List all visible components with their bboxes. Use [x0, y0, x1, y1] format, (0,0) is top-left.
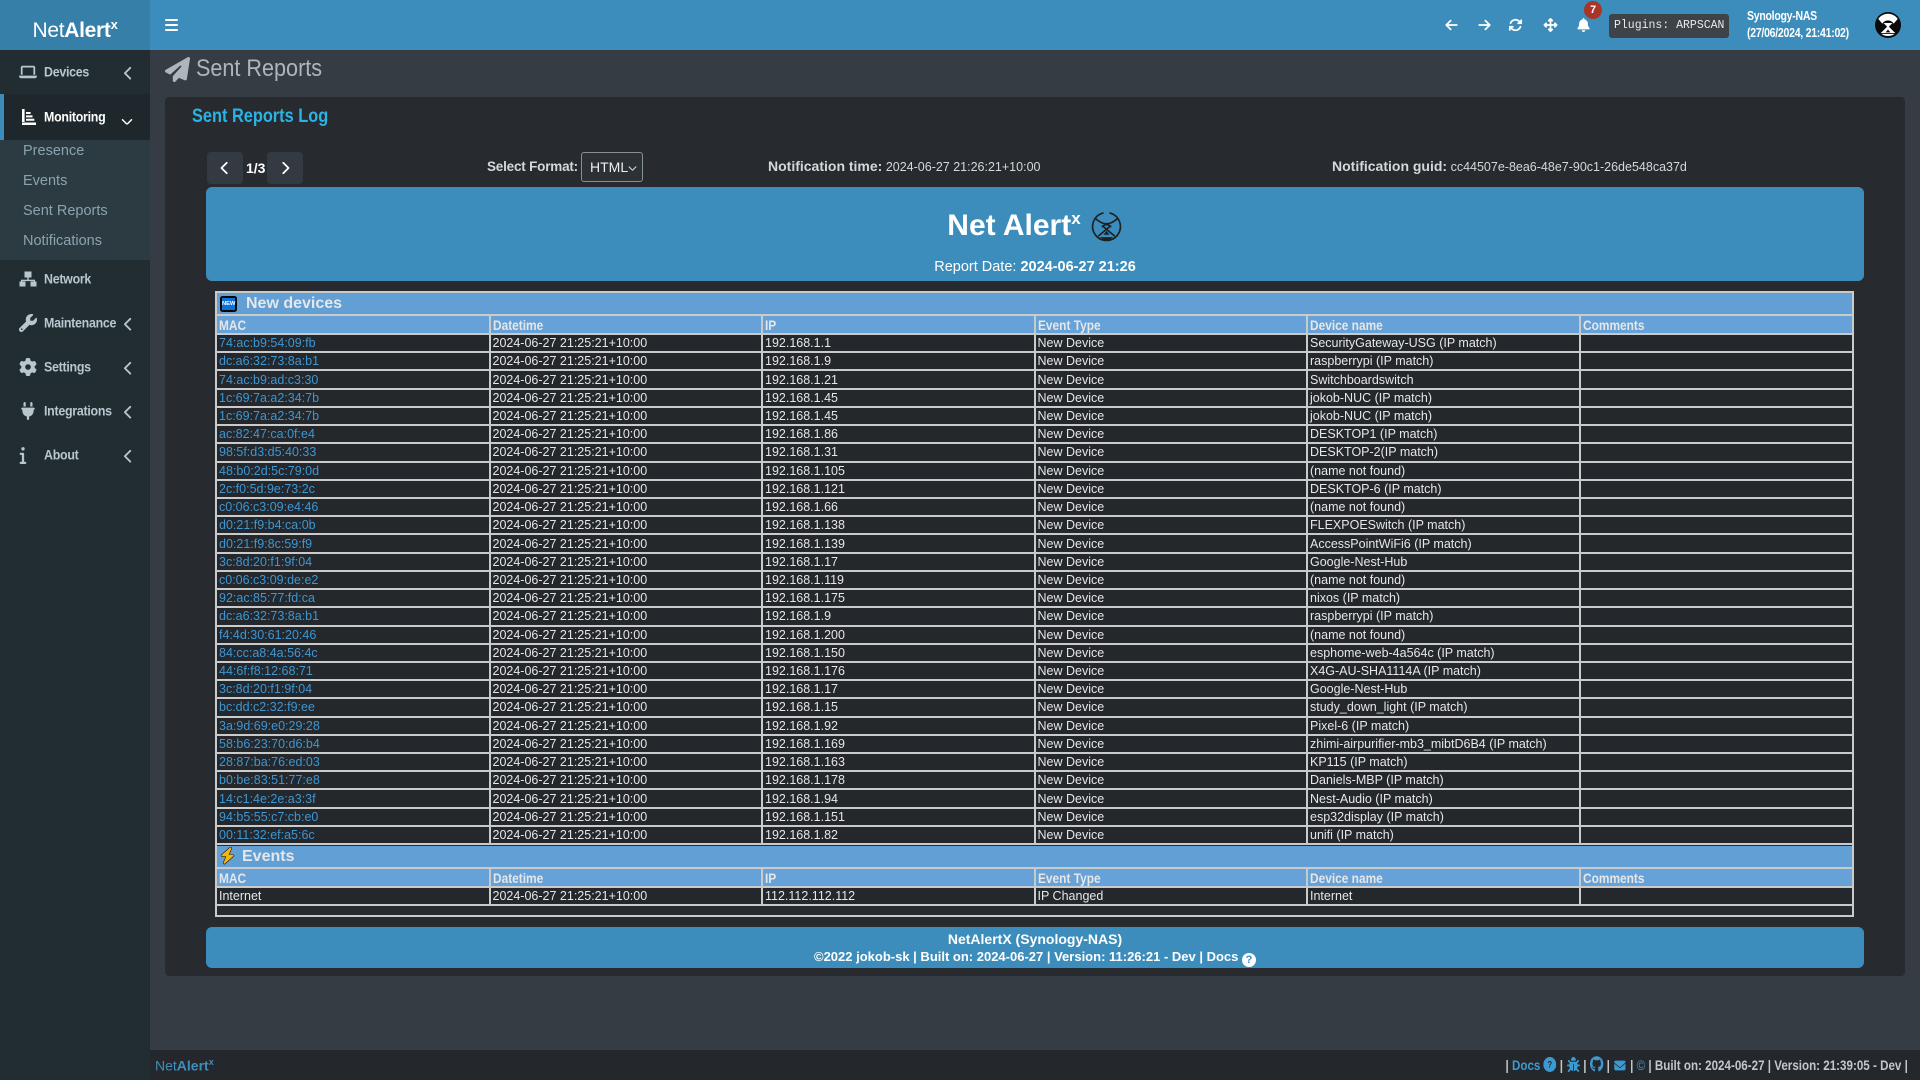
svg-text:?: ? [1548, 1060, 1553, 1070]
